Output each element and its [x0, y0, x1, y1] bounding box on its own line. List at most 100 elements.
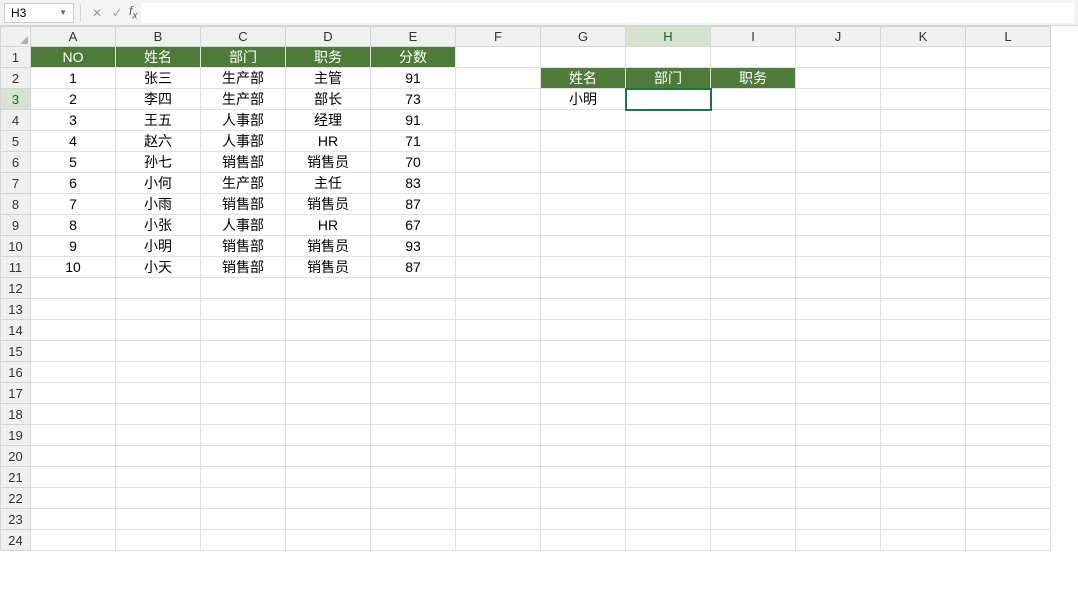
cell-J21[interactable] [796, 467, 881, 488]
cell-E23[interactable] [371, 509, 456, 530]
cell-L24[interactable] [966, 530, 1051, 551]
cell-E6[interactable]: 70 [371, 152, 456, 173]
cell-B11[interactable]: 小天 [116, 257, 201, 278]
cell-B7[interactable]: 小何 [116, 173, 201, 194]
cell-B15[interactable] [116, 341, 201, 362]
cell-E21[interactable] [371, 467, 456, 488]
cell-A5[interactable]: 4 [31, 131, 116, 152]
cell-J1[interactable] [796, 47, 881, 68]
cell-D13[interactable] [286, 299, 371, 320]
cell-A16[interactable] [31, 362, 116, 383]
cell-C4[interactable]: 人事部 [201, 110, 286, 131]
row-header-14[interactable]: 14 [1, 320, 31, 341]
cell-H16[interactable] [626, 362, 711, 383]
cell-H19[interactable] [626, 425, 711, 446]
cell-E8[interactable]: 87 [371, 194, 456, 215]
cell-G10[interactable] [541, 236, 626, 257]
cell-D2[interactable]: 主管 [286, 68, 371, 89]
cell-A2[interactable]: 1 [31, 68, 116, 89]
cell-B12[interactable] [116, 278, 201, 299]
chevron-down-icon[interactable]: ▼ [59, 8, 67, 17]
cell-A22[interactable] [31, 488, 116, 509]
cell-D3[interactable]: 部长 [286, 89, 371, 110]
cell-E2[interactable]: 91 [371, 68, 456, 89]
cell-C16[interactable] [201, 362, 286, 383]
cell-F8[interactable] [456, 194, 541, 215]
cell-D15[interactable] [286, 341, 371, 362]
cell-D19[interactable] [286, 425, 371, 446]
cell-D9[interactable]: HR [286, 215, 371, 236]
cell-F11[interactable] [456, 257, 541, 278]
cell-F20[interactable] [456, 446, 541, 467]
cell-F22[interactable] [456, 488, 541, 509]
col-header-B[interactable]: B [116, 27, 201, 47]
cell-A23[interactable] [31, 509, 116, 530]
cell-F4[interactable] [456, 110, 541, 131]
cell-A19[interactable] [31, 425, 116, 446]
cell-G2[interactable]: 姓名 [541, 68, 626, 89]
cell-H21[interactable] [626, 467, 711, 488]
cell-K19[interactable] [881, 425, 966, 446]
cell-A14[interactable] [31, 320, 116, 341]
cell-G22[interactable] [541, 488, 626, 509]
cell-K1[interactable] [881, 47, 966, 68]
cell-D8[interactable]: 销售员 [286, 194, 371, 215]
cell-I19[interactable] [711, 425, 796, 446]
cell-K7[interactable] [881, 173, 966, 194]
cell-G15[interactable] [541, 341, 626, 362]
row-header-13[interactable]: 13 [1, 299, 31, 320]
cell-B1[interactable]: 姓名 [116, 47, 201, 68]
cell-G21[interactable] [541, 467, 626, 488]
cell-I10[interactable] [711, 236, 796, 257]
cell-C12[interactable] [201, 278, 286, 299]
cell-F2[interactable] [456, 68, 541, 89]
cell-K20[interactable] [881, 446, 966, 467]
name-box[interactable]: H3 ▼ [4, 3, 74, 23]
cell-B5[interactable]: 赵六 [116, 131, 201, 152]
cell-D12[interactable] [286, 278, 371, 299]
row-header-1[interactable]: 1 [1, 47, 31, 68]
col-header-J[interactable]: J [796, 27, 881, 47]
cell-K2[interactable] [881, 68, 966, 89]
cell-A24[interactable] [31, 530, 116, 551]
col-header-D[interactable]: D [286, 27, 371, 47]
cell-I17[interactable] [711, 383, 796, 404]
fx-icon[interactable]: fx [129, 4, 137, 21]
cell-J17[interactable] [796, 383, 881, 404]
enter-icon[interactable]: ✓ [107, 6, 127, 20]
cell-G4[interactable] [541, 110, 626, 131]
cell-J15[interactable] [796, 341, 881, 362]
cell-E5[interactable]: 71 [371, 131, 456, 152]
cell-E22[interactable] [371, 488, 456, 509]
cell-I1[interactable] [711, 47, 796, 68]
cell-L16[interactable] [966, 362, 1051, 383]
row-header-8[interactable]: 8 [1, 194, 31, 215]
cell-B17[interactable] [116, 383, 201, 404]
col-header-I[interactable]: I [711, 27, 796, 47]
cell-E7[interactable]: 83 [371, 173, 456, 194]
cell-G11[interactable] [541, 257, 626, 278]
row-header-3[interactable]: 3 [1, 89, 31, 110]
cell-J20[interactable] [796, 446, 881, 467]
cell-H2[interactable]: 部门 [626, 68, 711, 89]
cell-F19[interactable] [456, 425, 541, 446]
cell-I14[interactable] [711, 320, 796, 341]
cell-K21[interactable] [881, 467, 966, 488]
cell-B21[interactable] [116, 467, 201, 488]
cell-K15[interactable] [881, 341, 966, 362]
cell-L19[interactable] [966, 425, 1051, 446]
cell-C5[interactable]: 人事部 [201, 131, 286, 152]
cell-H13[interactable] [626, 299, 711, 320]
cell-F1[interactable] [456, 47, 541, 68]
cell-L7[interactable] [966, 173, 1051, 194]
cell-I16[interactable] [711, 362, 796, 383]
cell-K12[interactable] [881, 278, 966, 299]
cell-C22[interactable] [201, 488, 286, 509]
cell-G17[interactable] [541, 383, 626, 404]
cell-F10[interactable] [456, 236, 541, 257]
cell-A4[interactable]: 3 [31, 110, 116, 131]
row-header-19[interactable]: 19 [1, 425, 31, 446]
cell-B24[interactable] [116, 530, 201, 551]
cell-G8[interactable] [541, 194, 626, 215]
col-header-K[interactable]: K [881, 27, 966, 47]
